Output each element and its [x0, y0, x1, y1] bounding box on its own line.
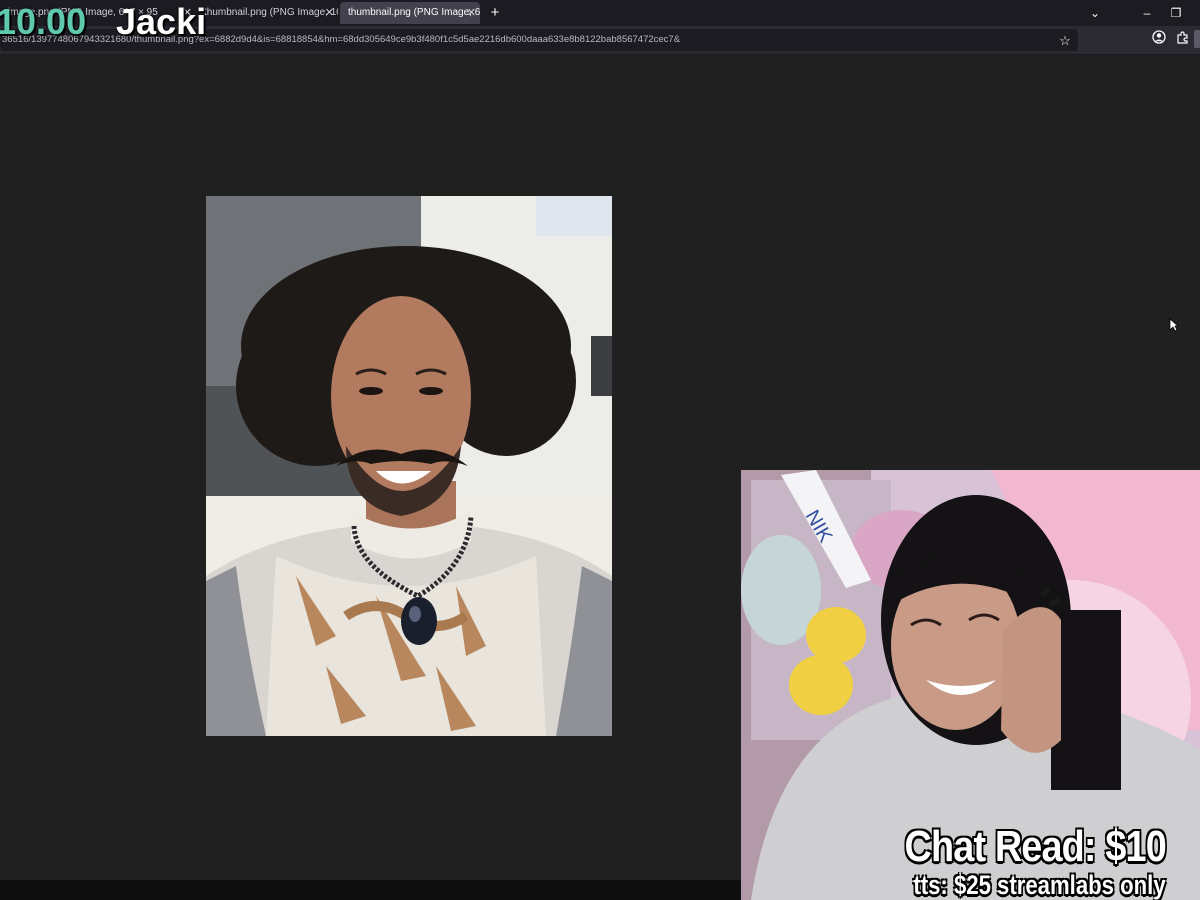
chevron-down-icon[interactable]: ⌄ — [1082, 2, 1108, 24]
star-icon[interactable]: ☆ — [1056, 32, 1074, 50]
tab-thumbnail-1[interactable]: thumbnail.png (PNG Image, 1080 × ✕ — [196, 2, 338, 24]
tab-label: thumbnail.png (PNG Image, 1080 × — [204, 7, 338, 18]
close-icon[interactable]: ✕ — [467, 2, 476, 24]
donor-name: Jacki — [116, 1, 207, 42]
donation-amount: 10.00 — [0, 1, 87, 42]
restore-icon[interactable]: ❐ — [1163, 2, 1189, 24]
tab-thumbnail-active[interactable]: thumbnail.png (PNG Image, 640 × ✕ — [340, 2, 480, 24]
webcam-feed: NIK Chat Read: $10 tts: $25 streamlabs o… — [741, 470, 1200, 900]
account-icon[interactable] — [1149, 30, 1169, 50]
tab-label: thumbnail.png (PNG Image, 640 × — [348, 7, 480, 18]
viewed-image — [206, 196, 612, 736]
tts-caption: tts: $25 streamlabs only — [913, 870, 1166, 900]
bottom-strip — [0, 880, 741, 900]
new-tab-button[interactable]: + — [486, 2, 504, 24]
minimize-icon[interactable]: – — [1134, 2, 1160, 24]
chat-read-caption: Chat Read: $10 — [904, 822, 1167, 871]
close-icon[interactable]: ✕ — [325, 2, 334, 24]
toolbar-overflow-edge — [1194, 30, 1200, 48]
cursor-icon — [1169, 318, 1180, 337]
extensions-icon[interactable] — [1172, 30, 1192, 50]
